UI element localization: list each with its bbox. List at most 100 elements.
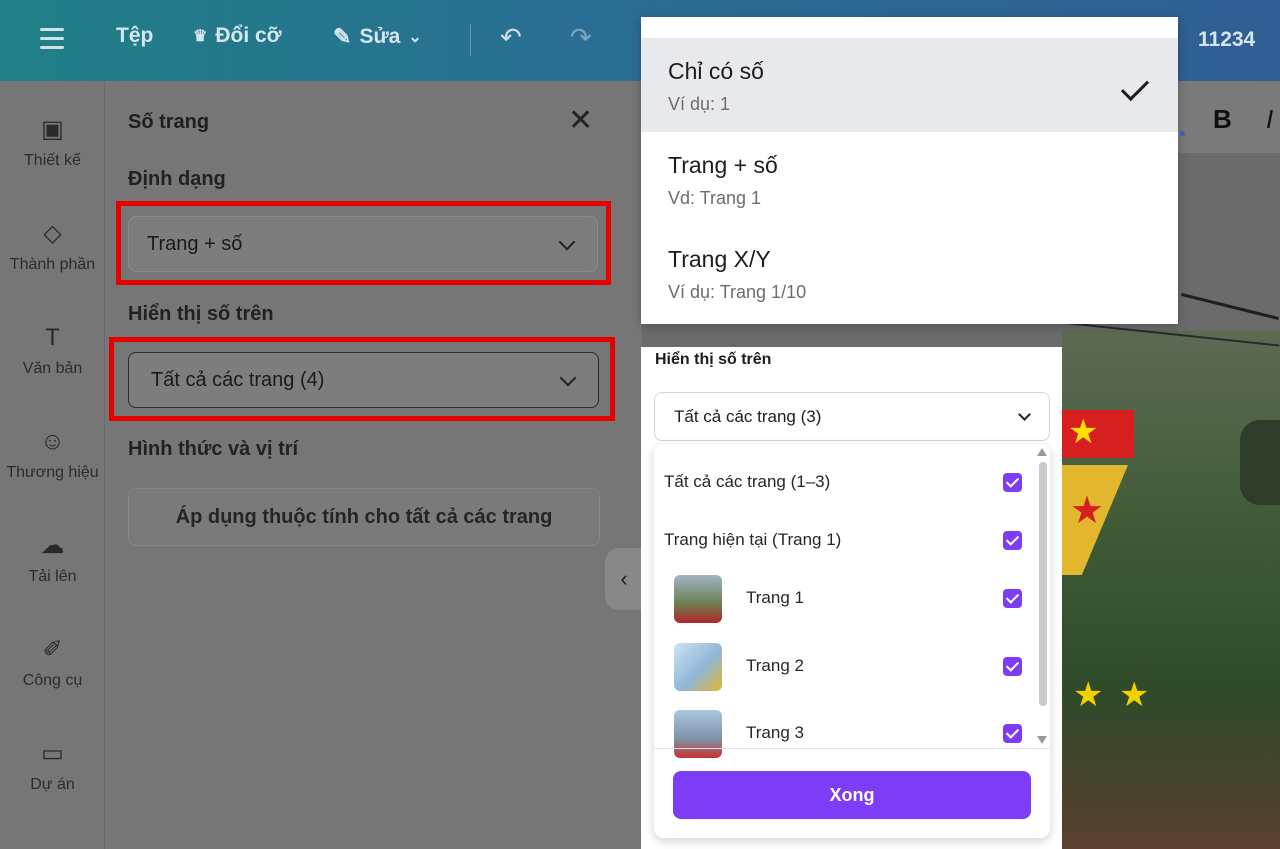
list-item-all-pages[interactable]: Tất cả các trang (1–3) (654, 458, 1044, 508)
rail-item-elements[interactable]: ◇ Thành phần (0, 220, 105, 274)
chevron-down-icon (1018, 408, 1031, 421)
list-item-page-1[interactable]: Trang 1 (654, 574, 1044, 624)
display-on-select-value: Tất cả các trang (4) (151, 368, 325, 391)
left-rail: ▣ Thiết kế ◇ Thành phần T Văn bản ☺ Thươ… (0, 81, 105, 849)
menu-icon[interactable] (40, 28, 64, 49)
list-item-label: Trang 2 (746, 656, 804, 675)
list-item-current-page[interactable]: Trang hiện tại (Trang 1) (654, 516, 1044, 566)
format-option-number-only[interactable]: Chỉ có số Ví dụ: 1 (641, 38, 1178, 132)
check-icon (1120, 72, 1150, 102)
rail-item-text[interactable]: T Văn bản (0, 324, 105, 378)
option-title: Chỉ có số (668, 58, 764, 84)
display-on-select-value: Tất cả các trang (3) (674, 406, 822, 426)
rail-item-label: Thành phần (9, 256, 96, 273)
star-icon: ★ (1068, 413, 1099, 451)
rail-item-uploads[interactable]: ☁ Tải lên (0, 532, 105, 586)
shapes-icon: ◇ (43, 220, 62, 247)
option-example: Ví dụ: 1 (668, 94, 731, 114)
done-button[interactable]: Xong (673, 771, 1031, 819)
helicopter-image (1240, 420, 1280, 505)
chevron-down-icon (558, 233, 576, 251)
scroll-down-icon[interactable] (1037, 736, 1047, 744)
page-number-panel: Số trang ✕ Định dạng Trang + số Hiển thị… (105, 81, 642, 849)
option-example: Ví dụ: Trang 1/10 (668, 282, 807, 302)
display-on-select[interactable]: Tất cả các trang (3) (654, 392, 1050, 441)
format-dropdown-menu: Chỉ có số Ví dụ: 1 Trang + số Vd: Trang … (641, 17, 1178, 324)
display-on-label: Hiển thị số trên (655, 351, 772, 368)
list-item-label: Trang hiện tại (Trang 1) (664, 530, 842, 549)
list-item-page-3[interactable]: Trang 3 (654, 709, 1044, 759)
rail-item-brand[interactable]: ☺ Thương hiệu (0, 428, 105, 482)
redo-icon[interactable]: ↷ (570, 22, 592, 53)
chevron-down-icon: ⌄ (408, 29, 422, 46)
file-menu-label: Tệp (116, 24, 154, 47)
format-option-page-x-of-y[interactable]: Trang X/Y Ví dụ: Trang 1/10 (641, 226, 1178, 320)
rail-item-projects[interactable]: ▭ Dự án (0, 740, 105, 794)
format-select-value: Trang + số (147, 232, 243, 255)
bold-button[interactable]: B (1213, 104, 1232, 135)
option-example: Vd: Trang 1 (668, 188, 762, 208)
text-icon: T (45, 324, 60, 351)
edit-menu[interactable]: ✎ Sửa ⌄ (333, 24, 422, 50)
checkbox[interactable] (1003, 724, 1022, 743)
list-item-label: Trang 1 (746, 588, 804, 607)
star-icon: ★ (1073, 676, 1104, 714)
collapse-panel-button[interactable]: ‹ (605, 548, 643, 610)
page-thumbnail (674, 643, 722, 691)
edit-label: Sửa (359, 25, 401, 48)
design-photo (1062, 330, 1280, 849)
page-thumbnail (674, 575, 722, 623)
divider (654, 748, 1050, 749)
rail-item-design[interactable]: ▣ Thiết kế (0, 116, 105, 170)
checkbox[interactable] (1003, 589, 1022, 608)
format-select[interactable]: Trang + số (128, 216, 598, 272)
brand-icon: ☺ (40, 428, 65, 455)
format-label: Định dạng (128, 168, 226, 190)
close-icon[interactable]: ✕ (568, 106, 593, 136)
pages-checklist: Tất cả các trang (1–3) Trang hiện tại (T… (654, 444, 1050, 838)
scroll-up-icon[interactable] (1037, 448, 1047, 456)
chevron-down-icon (559, 369, 577, 387)
top-number: 11234 (1198, 28, 1256, 51)
file-menu[interactable]: Tệp (116, 24, 153, 48)
folder-icon: ▭ (41, 740, 64, 767)
chevron-left-icon: ‹ (620, 566, 628, 591)
resize-button[interactable]: ♛ Đổi cỡ (193, 24, 282, 48)
checkbox[interactable] (1003, 657, 1022, 676)
rail-item-label: Công cụ (22, 672, 83, 689)
panel-title: Số trang (128, 111, 210, 133)
checkbox[interactable] (1003, 473, 1022, 492)
option-title: Trang + số (668, 152, 778, 178)
style-position-label: Hình thức và vị trí (128, 438, 299, 460)
list-item-label: Trang 3 (746, 723, 804, 742)
rail-item-label: Dự án (30, 776, 75, 793)
star-icon: ★ (1119, 676, 1150, 714)
pencil-icon: ✎ (333, 24, 352, 49)
display-on-select[interactable]: Tất cả các trang (4) (128, 352, 599, 408)
resize-label: Đổi cỡ (215, 24, 282, 47)
rail-item-label: Thương hiệu (6, 464, 99, 481)
italic-button[interactable]: I (1266, 104, 1273, 135)
undo-icon[interactable]: ↶ (500, 22, 522, 53)
rail-item-label: Thiết kế (24, 152, 81, 169)
pen-tool-icon: ✐ (42, 636, 63, 663)
cloud-upload-icon: ☁ (40, 532, 65, 559)
list-item-label: Tất cả các trang (1–3) (664, 472, 831, 491)
rail-item-tools[interactable]: ✐ Công cụ (0, 636, 105, 690)
layout-icon: ▣ (41, 116, 64, 143)
apply-all-pages-button[interactable]: Áp dụng thuộc tính cho tất cả các trang (128, 488, 600, 546)
option-title: Trang X/Y (668, 246, 771, 272)
divider (470, 24, 471, 56)
scrollbar[interactable] (1039, 462, 1047, 706)
format-option-page-number[interactable]: Trang + số Vd: Trang 1 (641, 132, 1178, 226)
checkbox[interactable] (1003, 531, 1022, 550)
rail-item-label: Tải lên (28, 568, 77, 585)
page-thumbnail (674, 710, 722, 758)
list-item-page-2[interactable]: Trang 2 (654, 642, 1044, 692)
star-icon: ★ (1070, 490, 1105, 532)
display-on-label: Hiển thị số trên (128, 303, 274, 325)
rail-item-label: Văn bản (22, 360, 83, 377)
display-on-popover: Hiển thị số trên Tất cả các trang (3) Tấ… (641, 347, 1062, 849)
crown-icon: ♛ (193, 28, 208, 45)
color-dot (1180, 131, 1185, 136)
